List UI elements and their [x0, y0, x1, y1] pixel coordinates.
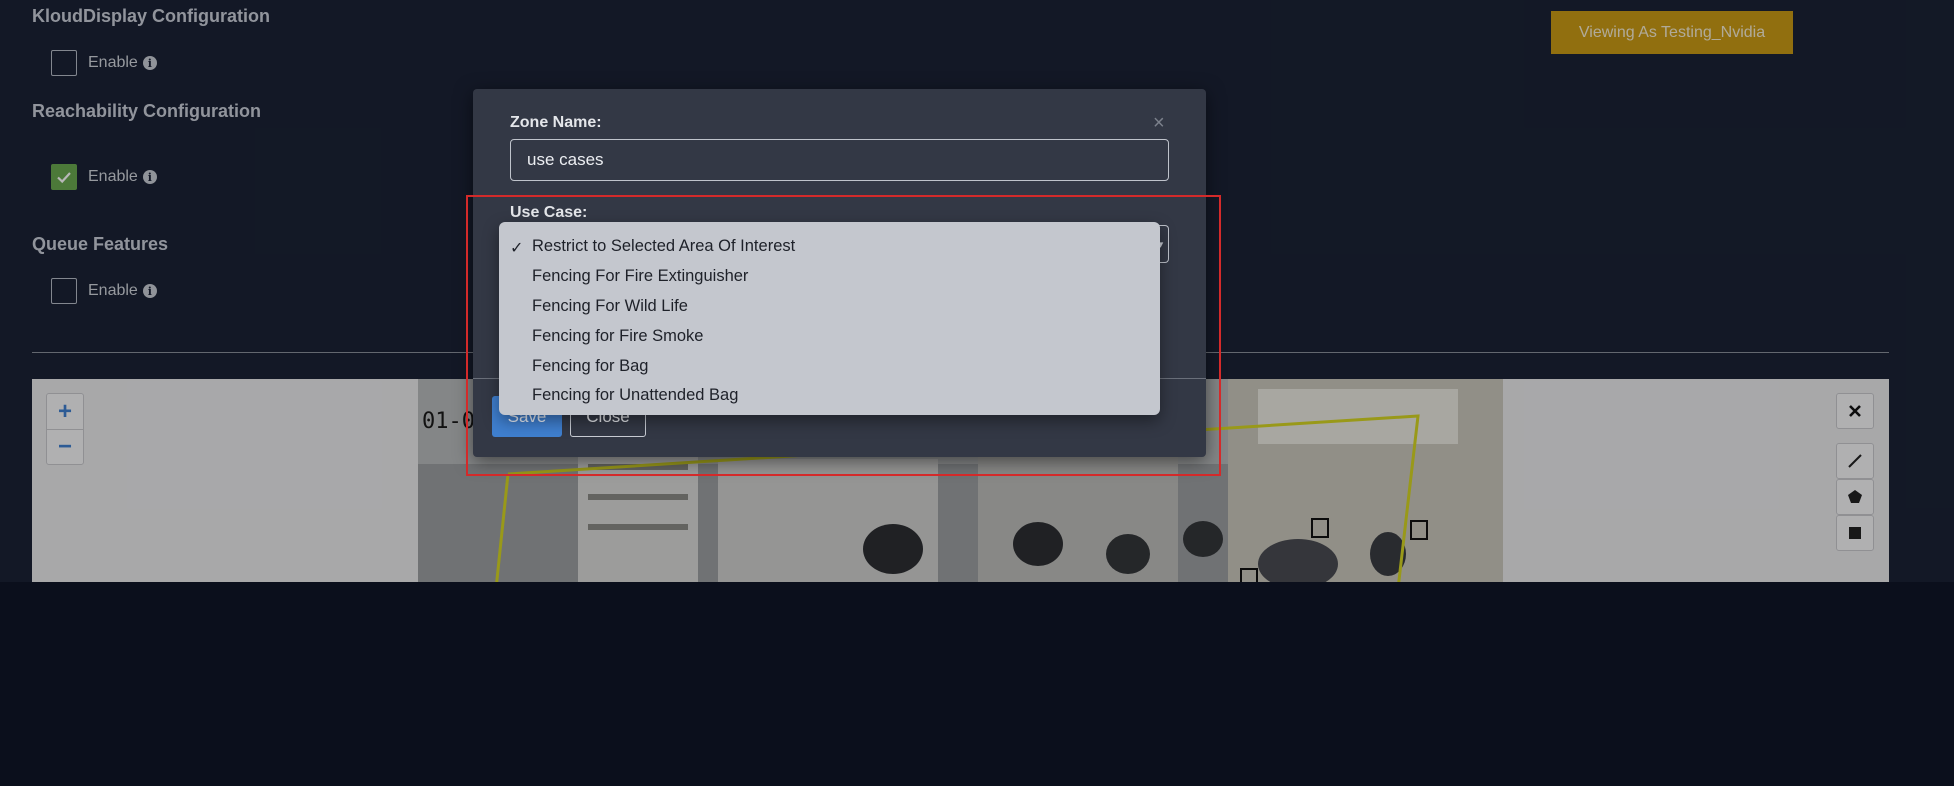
option-label: Fencing For Fire Extinguisher	[532, 267, 749, 286]
option-label: Fencing for Fire Smoke	[532, 326, 704, 345]
use-case-option[interactable]: Fencing for Unattended Bag	[499, 381, 1160, 411]
zone-name-input[interactable]	[510, 139, 1169, 181]
use-case-option[interactable]: Fencing For Fire Extinguisher	[499, 262, 1160, 292]
close-icon[interactable]: ×	[1153, 112, 1165, 135]
use-case-label: Use Case:	[510, 204, 588, 221]
use-case-option[interactable]: Fencing for Fire Smoke	[499, 321, 1160, 351]
option-label: Fencing For Wild Life	[532, 296, 688, 315]
use-case-option[interactable]: ✓ Restrict to Selected Area Of Interest	[499, 232, 1160, 262]
use-case-option[interactable]: Fencing for Bag	[499, 351, 1160, 381]
option-label: Fencing for Unattended Bag	[532, 386, 739, 405]
settings-page: KloudDisplay Configuration Enable i Reac…	[0, 0, 1954, 582]
option-label: Fencing for Bag	[532, 356, 649, 375]
option-label: Restrict to Selected Area Of Interest	[532, 237, 796, 256]
use-case-option[interactable]: Fencing For Wild Life	[499, 292, 1160, 322]
checkmark-icon: ✓	[510, 240, 524, 257]
use-case-dropdown: ✓ Restrict to Selected Area Of Interest …	[499, 222, 1160, 415]
zone-name-label: Zone Name:	[510, 114, 602, 131]
